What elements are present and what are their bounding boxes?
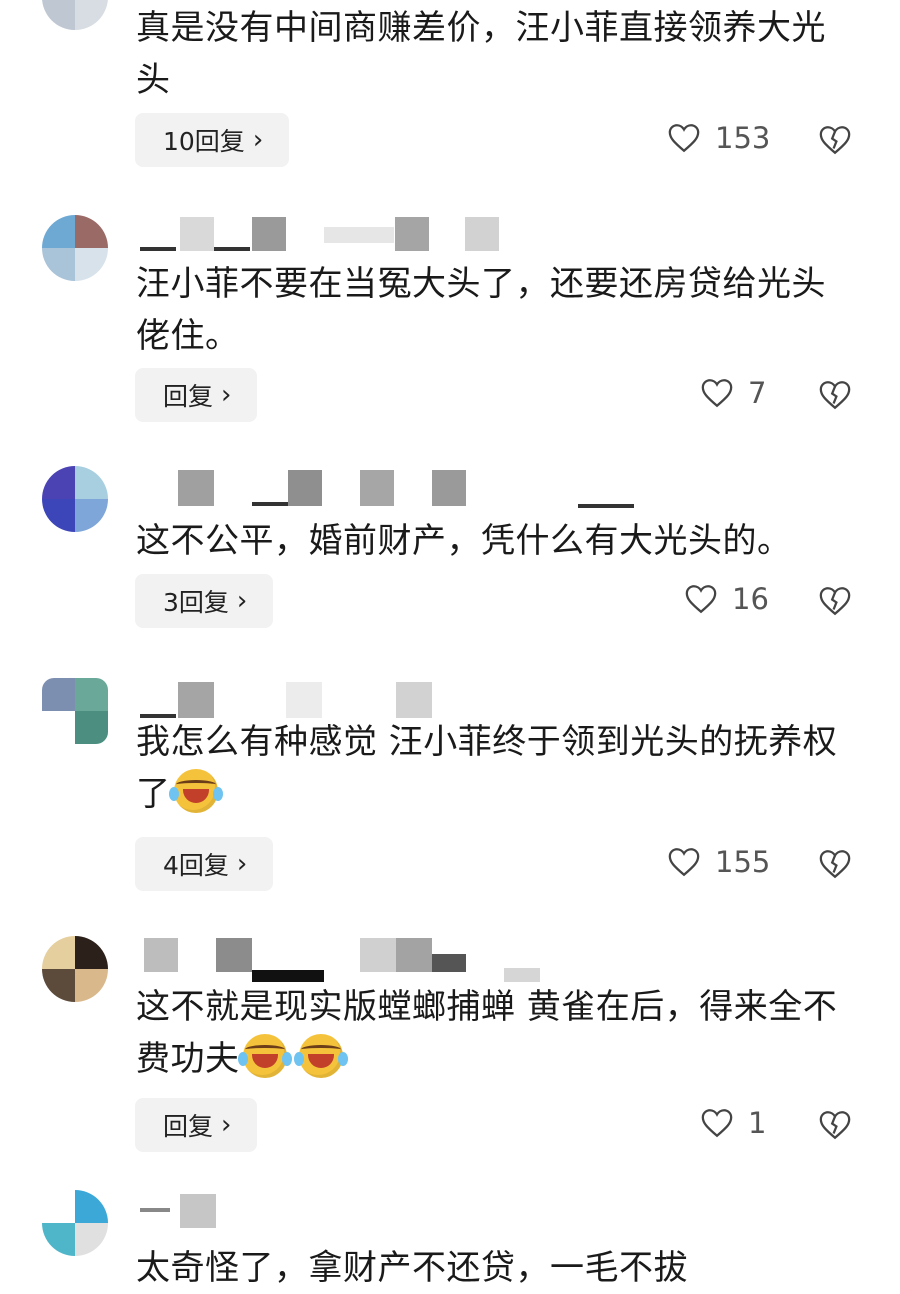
username-blurred[interactable] [140, 680, 520, 720]
comment-text: 这不就是现实版螳螂捕蝉 黄雀在后，得来全不费功夫 [136, 981, 856, 1085]
like-count: 1 [748, 1106, 767, 1140]
dislike-button[interactable] [818, 379, 852, 415]
like-button[interactable]: 155 [667, 845, 770, 879]
dislike-button[interactable] [818, 124, 852, 160]
chevron-right-icon: › [236, 586, 248, 616]
broken-heart-icon [819, 381, 851, 410]
reply-label: 4回复 [163, 851, 229, 880]
like-button[interactable]: 153 [667, 121, 770, 155]
broken-heart-icon [819, 850, 851, 879]
laughing-crying-emoji [237, 1034, 292, 1078]
comment-text: 汪小菲不要在当冤大头了，还要还房贷给光头佬住。 [136, 264, 826, 356]
dislike-button[interactable] [818, 848, 852, 884]
like-button[interactable]: 1 [700, 1106, 766, 1140]
avatar[interactable] [42, 936, 108, 1002]
reply-label: 回复 [163, 382, 214, 411]
like-button[interactable]: 16 [684, 582, 769, 616]
username-blurred [578, 504, 634, 508]
username-blurred[interactable] [140, 468, 520, 508]
reply-button[interactable]: 3回复 › [135, 574, 274, 628]
reply-label: 10回复 [163, 127, 245, 156]
reply-button[interactable]: 回复 › [135, 1098, 258, 1152]
like-count: 155 [715, 845, 771, 879]
reply-label: 3回复 [163, 588, 229, 617]
chevron-right-icon: › [221, 380, 232, 410]
reply-button[interactable]: 4回复 › [135, 837, 274, 891]
comment-text-content: 我怎么有种感觉 汪小菲终于领到光头的抚养权了 [136, 722, 838, 814]
avatar[interactable] [42, 1190, 108, 1256]
avatar[interactable] [42, 678, 108, 744]
username-blurred[interactable] [140, 213, 520, 253]
reply-button[interactable]: 回复 › [135, 368, 258, 422]
heart-outline-icon [668, 848, 700, 877]
chevron-right-icon: › [252, 125, 264, 155]
laughing-crying-emoji [168, 769, 223, 813]
avatar[interactable] [42, 466, 108, 532]
heart-outline-icon [685, 585, 717, 614]
username-blurred[interactable] [140, 934, 540, 982]
heart-outline-icon [701, 379, 733, 408]
reply-button[interactable]: 10回复 › [135, 113, 290, 167]
chevron-right-icon: › [236, 849, 248, 879]
like-count: 7 [748, 376, 767, 410]
broken-heart-icon [819, 1111, 851, 1140]
comment-text: 这不公平，婚前财产，凭什么有大光头的。 [136, 521, 792, 561]
like-count: 16 [732, 582, 769, 616]
dislike-button[interactable] [818, 585, 852, 621]
avatar[interactable] [42, 0, 108, 30]
comment-text: 我怎么有种感觉 汪小菲终于领到光头的抚养权了 [136, 716, 856, 820]
comment-text: 太奇怪了，拿财产不还贷，一毛不拔 [136, 1248, 688, 1288]
reply-label: 回复 [163, 1112, 214, 1141]
laughing-crying-emoji [293, 1034, 348, 1078]
heart-outline-icon [668, 124, 700, 153]
comment-text: 真是没有中间商赚差价，汪小菲直接领养大光头 [136, 8, 826, 100]
chevron-right-icon: › [221, 1110, 232, 1140]
username-blurred[interactable] [140, 1188, 520, 1228]
dislike-button[interactable] [818, 1109, 852, 1145]
heart-outline-icon [701, 1109, 733, 1138]
like-button[interactable]: 7 [700, 376, 766, 410]
avatar[interactable] [42, 215, 108, 281]
like-count: 153 [715, 121, 771, 155]
broken-heart-icon [819, 587, 851, 616]
broken-heart-icon [819, 126, 851, 155]
